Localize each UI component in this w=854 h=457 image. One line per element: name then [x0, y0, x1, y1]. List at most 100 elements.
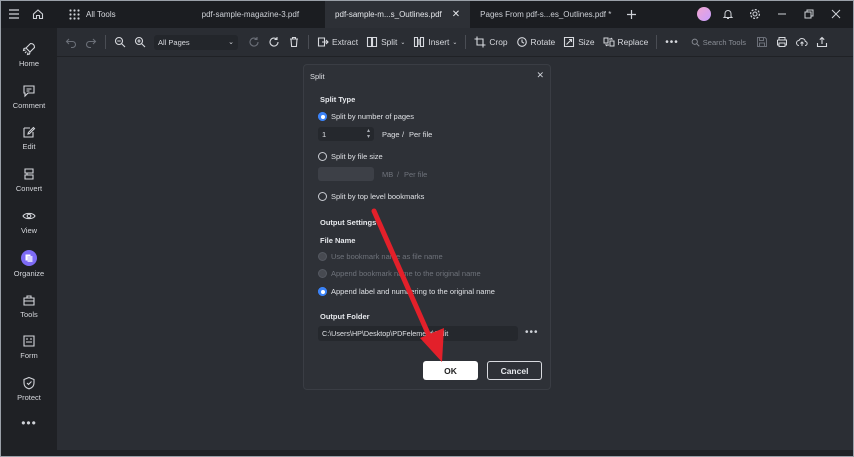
stepper-arrows-icon[interactable]: ▴ ▾	[367, 128, 370, 140]
sidebar-item-protect[interactable]: Protect	[8, 368, 50, 410]
bell-icon[interactable]	[718, 4, 738, 24]
sidebar-item-label: View	[20, 226, 38, 236]
more-tools-icon[interactable]: •••	[665, 37, 679, 48]
radio-button-selected[interactable]	[318, 112, 327, 121]
radio-split-by-pages[interactable]: Split by number of pages	[318, 112, 414, 121]
delete-icon[interactable]	[288, 36, 300, 48]
sidebar-item-label: Home	[18, 58, 39, 68]
toolbar-divider	[308, 35, 309, 49]
convert-icon	[24, 168, 34, 180]
new-tab-icon[interactable]	[621, 4, 641, 24]
tab-pages-from[interactable]: Pages From pdf-s...es_Outlines.pdf *	[470, 0, 621, 28]
settings-gear-icon[interactable]	[745, 4, 765, 24]
tab-outlines-active[interactable]: pdf-sample-m...s_Outlines.pdf ✕	[325, 0, 471, 28]
title-bar: All Tools pdf-sample-magazine-3.pdf pdf-…	[0, 0, 854, 28]
search-icon	[691, 38, 700, 47]
radio-button[interactable]	[318, 192, 327, 201]
per-file-label: Per file	[404, 170, 428, 179]
search-tools-field[interactable]: Search Tools	[691, 38, 746, 47]
sidebar-item-home[interactable]: Home	[8, 34, 50, 76]
cancel-button[interactable]: Cancel	[487, 361, 542, 380]
rotate-button[interactable]: Rotate	[516, 36, 555, 48]
sidebar-item-form[interactable]: Form	[8, 327, 50, 369]
comment-icon	[23, 85, 35, 98]
output-folder-value: C:\Users\HP\Desktop\PDFelement\Split	[322, 329, 449, 338]
all-tools-label[interactable]: All Tools	[86, 10, 116, 19]
replace-label: Replace	[617, 37, 649, 47]
dialog-title: Split	[310, 72, 325, 81]
radio-label: Split by number of pages	[331, 112, 414, 121]
sidebar-item-tools[interactable]: Tools	[8, 285, 50, 327]
radio-split-by-size[interactable]: Split by file size	[318, 152, 383, 161]
pages-stepper[interactable]: 1 ▴ ▾	[318, 127, 374, 141]
crop-icon	[474, 36, 486, 48]
share-export-icon[interactable]	[816, 36, 828, 48]
rotate-page-icon[interactable]	[268, 36, 280, 48]
sidebar-item-label: Organize	[13, 268, 45, 278]
close-tab-icon[interactable]: ✕	[452, 9, 460, 20]
minimize-icon[interactable]	[772, 4, 792, 24]
edit-icon	[23, 127, 36, 139]
replace-icon	[603, 37, 615, 47]
split-label: Split	[381, 37, 398, 47]
sidebar-item-comment[interactable]: Comment	[8, 76, 50, 118]
toolbox-icon	[23, 295, 35, 306]
slash-label: /	[397, 170, 400, 179]
radio-label: Split by file size	[331, 152, 383, 161]
undo-icon[interactable]	[65, 36, 77, 48]
apps-grid-icon[interactable]	[64, 4, 84, 24]
sidebar-item-label: Edit	[22, 142, 36, 152]
menu-icon[interactable]	[4, 4, 24, 24]
radio-button[interactable]	[318, 152, 327, 161]
home-icon[interactable]	[28, 4, 48, 24]
more-icon[interactable]: •••	[21, 416, 37, 430]
window-controls	[697, 0, 854, 28]
output-folder-field[interactable]: C:\Users\HP\Desktop\PDFelement\Split	[318, 326, 518, 341]
sidebar-item-organize[interactable]: Organize	[8, 243, 50, 285]
restore-icon[interactable]	[799, 4, 819, 24]
tab-label: pdf-sample-m...s_Outlines.pdf	[335, 9, 442, 19]
redo-icon[interactable]	[85, 36, 97, 48]
refresh-disabled-icon[interactable]	[248, 36, 260, 48]
pages-select[interactable]: All Pages ⌄	[154, 34, 238, 50]
radio-button-disabled	[318, 252, 327, 261]
size-button[interactable]: Size	[563, 36, 595, 48]
close-icon[interactable]: ✕	[536, 70, 544, 81]
per-file-label: Per file	[409, 130, 433, 139]
radio-button-selected[interactable]	[318, 287, 327, 296]
main-toolbar: All Pages ⌄ Extract Split ⌄ Insert ⌄ Cro…	[57, 28, 854, 56]
radio-split-by-bookmarks[interactable]: Split by top level bookmarks	[318, 192, 424, 201]
radio-button-disabled	[318, 269, 327, 278]
zoom-out-icon[interactable]	[114, 36, 126, 48]
file-size-input-disabled	[318, 167, 374, 181]
close-window-icon[interactable]	[826, 4, 846, 24]
tab-magazine[interactable]: pdf-sample-magazine-3.pdf	[192, 0, 309, 28]
print-icon[interactable]	[776, 36, 788, 48]
ok-button[interactable]: OK	[423, 361, 478, 380]
browse-folder-button[interactable]: •••	[525, 327, 539, 338]
split-button[interactable]: Split ⌄	[366, 36, 405, 48]
extract-button[interactable]: Extract	[317, 36, 358, 48]
sidebar-item-convert[interactable]: Convert	[8, 159, 50, 201]
search-placeholder: Search Tools	[702, 37, 746, 47]
radio-append-label-numbering[interactable]: Append label and numbering to the origin…	[318, 287, 495, 296]
sidebar-item-edit[interactable]: Edit	[8, 118, 50, 160]
sidebar-item-view[interactable]: View	[8, 201, 50, 243]
file-name-heading: File Name	[320, 236, 356, 245]
zoom-in-icon[interactable]	[134, 36, 146, 48]
insert-icon	[414, 36, 425, 48]
shield-icon	[23, 377, 35, 390]
page-unit-label: Page	[382, 130, 400, 139]
save-icon[interactable]	[756, 36, 768, 48]
crop-label: Crop	[489, 37, 508, 47]
crop-button[interactable]: Crop	[474, 36, 508, 48]
insert-button[interactable]: Insert ⌄	[413, 36, 457, 48]
size-icon	[564, 36, 575, 48]
avatar[interactable]	[697, 7, 711, 21]
replace-button[interactable]: Replace	[603, 36, 649, 48]
radio-use-bookmark-name: Use bookmark name as file name	[318, 252, 443, 261]
cloud-upload-icon[interactable]	[796, 36, 808, 48]
sidebar-item-label: Convert	[15, 184, 43, 194]
toolbar-divider	[105, 35, 106, 49]
radio-label: Append label and numbering to the origin…	[331, 287, 495, 296]
